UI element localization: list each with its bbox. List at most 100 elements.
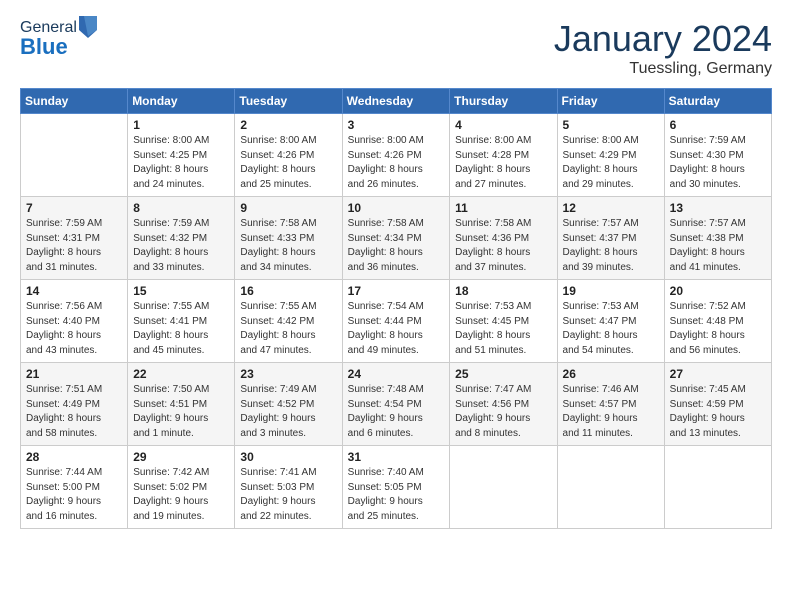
day-info: Sunrise: 7:49 AM Sunset: 4:52 PM Dayligh… bbox=[240, 383, 336, 441]
calendar-cell bbox=[664, 446, 771, 529]
day-info: Sunrise: 7:42 AM Sunset: 5:02 PM Dayligh… bbox=[133, 466, 229, 524]
day-info: Sunrise: 7:57 AM Sunset: 4:37 PM Dayligh… bbox=[563, 217, 659, 275]
calendar-cell bbox=[21, 114, 128, 197]
calendar-cell: 10 Sunrise: 7:58 AM Sunset: 4:34 PM Dayli… bbox=[342, 197, 450, 280]
day-info: Sunrise: 7:56 AM Sunset: 4:40 PM Dayligh… bbox=[26, 300, 122, 358]
day-info: Sunrise: 7:44 AM Sunset: 5:00 PM Dayligh… bbox=[26, 466, 122, 524]
calendar-week-row: 28 Sunrise: 7:44 AM Sunset: 5:00 PM Dayli… bbox=[21, 446, 772, 529]
calendar-week-row: 21 Sunrise: 7:51 AM Sunset: 4:49 PM Dayli… bbox=[21, 363, 772, 446]
calendar-cell: 18Sunrise: 7:53 AM Sunset: 4:45 PM Dayli… bbox=[450, 280, 557, 363]
day-info: Sunrise: 7:53 AM Sunset: 4:47 PM Dayligh… bbox=[563, 300, 659, 358]
day-number: 11 bbox=[455, 201, 551, 215]
day-number: 26 bbox=[563, 367, 659, 381]
day-number: 16 bbox=[240, 284, 336, 298]
day-info: Sunrise: 7:41 AM Sunset: 5:03 PM Dayligh… bbox=[240, 466, 336, 524]
calendar-cell: 17 Sunrise: 7:54 AM Sunset: 4:44 PM Dayli… bbox=[342, 280, 450, 363]
day-number: 30 bbox=[240, 450, 336, 464]
month-title: January 2024 bbox=[554, 18, 772, 60]
day-number: 4 bbox=[455, 118, 551, 132]
day-number: 5 bbox=[563, 118, 659, 132]
calendar-cell: 28 Sunrise: 7:44 AM Sunset: 5:00 PM Dayli… bbox=[21, 446, 128, 529]
day-number: 27 bbox=[670, 367, 766, 381]
weekday-header: Thursday bbox=[450, 89, 557, 114]
day-number: 14 bbox=[26, 284, 122, 298]
calendar-cell bbox=[557, 446, 664, 529]
day-number: 17 bbox=[348, 284, 445, 298]
calendar-cell: 1 Sunrise: 8:00 AM Sunset: 4:25 PM Daylig… bbox=[128, 114, 235, 197]
location-title: Tuessling, Germany bbox=[554, 60, 772, 78]
day-info: Sunrise: 8:00 AM Sunset: 4:28 PM Dayligh… bbox=[455, 134, 551, 192]
calendar-cell: 8 Sunrise: 7:59 AM Sunset: 4:32 PM Daylig… bbox=[128, 197, 235, 280]
day-number: 1 bbox=[133, 118, 229, 132]
calendar-week-row: 1 Sunrise: 8:00 AM Sunset: 4:25 PM Daylig… bbox=[21, 114, 772, 197]
day-number: 6 bbox=[670, 118, 766, 132]
calendar-cell: 20Sunrise: 7:52 AM Sunset: 4:48 PM Dayli… bbox=[664, 280, 771, 363]
day-number: 3 bbox=[348, 118, 445, 132]
calendar-cell: 13Sunrise: 7:57 AM Sunset: 4:38 PM Dayli… bbox=[664, 197, 771, 280]
day-info: Sunrise: 7:51 AM Sunset: 4:49 PM Dayligh… bbox=[26, 383, 122, 441]
day-number: 21 bbox=[26, 367, 122, 381]
day-number: 22 bbox=[133, 367, 229, 381]
day-info: Sunrise: 7:58 AM Sunset: 4:33 PM Dayligh… bbox=[240, 217, 336, 275]
calendar-cell: 23 Sunrise: 7:49 AM Sunset: 4:52 PM Dayli… bbox=[235, 363, 342, 446]
logo-icon bbox=[79, 16, 97, 38]
day-number: 20 bbox=[670, 284, 766, 298]
day-info: Sunrise: 7:50 AM Sunset: 4:51 PM Dayligh… bbox=[133, 383, 229, 441]
day-info: Sunrise: 8:00 AM Sunset: 4:29 PM Dayligh… bbox=[563, 134, 659, 192]
calendar-cell: 25 Sunrise: 7:47 AM Sunset: 4:56 PM Dayli… bbox=[450, 363, 557, 446]
day-number: 10 bbox=[348, 201, 445, 215]
calendar-cell: 2 Sunrise: 8:00 AM Sunset: 4:26 PM Daylig… bbox=[235, 114, 342, 197]
calendar-cell: 30 Sunrise: 7:41 AM Sunset: 5:03 PM Dayli… bbox=[235, 446, 342, 529]
header: General Blue January 2024 Tuessling, Ger… bbox=[20, 18, 772, 78]
day-number: 12 bbox=[563, 201, 659, 215]
calendar-cell: 5 Sunrise: 8:00 AM Sunset: 4:29 PM Daylig… bbox=[557, 114, 664, 197]
day-number: 29 bbox=[133, 450, 229, 464]
day-number: 28 bbox=[26, 450, 122, 464]
calendar-cell: 19 Sunrise: 7:53 AM Sunset: 4:47 PM Dayli… bbox=[557, 280, 664, 363]
calendar-cell: 27 Sunrise: 7:45 AM Sunset: 4:59 PM Dayli… bbox=[664, 363, 771, 446]
day-info: Sunrise: 8:00 AM Sunset: 4:26 PM Dayligh… bbox=[348, 134, 445, 192]
day-info: Sunrise: 8:00 AM Sunset: 4:26 PM Dayligh… bbox=[240, 134, 336, 192]
day-number: 24 bbox=[348, 367, 445, 381]
day-number: 23 bbox=[240, 367, 336, 381]
calendar-week-row: 7Sunrise: 7:59 AM Sunset: 4:31 PM Daylig… bbox=[21, 197, 772, 280]
weekday-header: Monday bbox=[128, 89, 235, 114]
day-info: Sunrise: 7:54 AM Sunset: 4:44 PM Dayligh… bbox=[348, 300, 445, 358]
day-info: Sunrise: 7:58 AM Sunset: 4:34 PM Dayligh… bbox=[348, 217, 445, 275]
calendar-week-row: 14 Sunrise: 7:56 AM Sunset: 4:40 PM Dayli… bbox=[21, 280, 772, 363]
page: General Blue January 2024 Tuessling, Ger… bbox=[0, 0, 792, 539]
day-number: 15 bbox=[133, 284, 229, 298]
day-number: 9 bbox=[240, 201, 336, 215]
day-info: Sunrise: 7:45 AM Sunset: 4:59 PM Dayligh… bbox=[670, 383, 766, 441]
day-number: 8 bbox=[133, 201, 229, 215]
calendar-cell: 11 Sunrise: 7:58 AM Sunset: 4:36 PM Dayli… bbox=[450, 197, 557, 280]
calendar-cell bbox=[450, 446, 557, 529]
day-info: Sunrise: 7:57 AM Sunset: 4:38 PM Dayligh… bbox=[670, 217, 766, 275]
day-info: Sunrise: 7:58 AM Sunset: 4:36 PM Dayligh… bbox=[455, 217, 551, 275]
calendar-cell: 14 Sunrise: 7:56 AM Sunset: 4:40 PM Dayli… bbox=[21, 280, 128, 363]
calendar-cell: 22 Sunrise: 7:50 AM Sunset: 4:51 PM Dayli… bbox=[128, 363, 235, 446]
day-number: 19 bbox=[563, 284, 659, 298]
weekday-header: Tuesday bbox=[235, 89, 342, 114]
day-info: Sunrise: 7:59 AM Sunset: 4:32 PM Dayligh… bbox=[133, 217, 229, 275]
weekday-header: Friday bbox=[557, 89, 664, 114]
day-info: Sunrise: 7:46 AM Sunset: 4:57 PM Dayligh… bbox=[563, 383, 659, 441]
calendar-cell: 29 Sunrise: 7:42 AM Sunset: 5:02 PM Dayli… bbox=[128, 446, 235, 529]
calendar-cell: 16Sunrise: 7:55 AM Sunset: 4:42 PM Dayli… bbox=[235, 280, 342, 363]
calendar-cell: 15Sunrise: 7:55 AM Sunset: 4:41 PM Dayli… bbox=[128, 280, 235, 363]
calendar-cell: 24Sunrise: 7:48 AM Sunset: 4:54 PM Dayli… bbox=[342, 363, 450, 446]
day-number: 18 bbox=[455, 284, 551, 298]
day-number: 7 bbox=[26, 201, 122, 215]
calendar-cell: 3 Sunrise: 8:00 AM Sunset: 4:26 PM Daylig… bbox=[342, 114, 450, 197]
day-number: 2 bbox=[240, 118, 336, 132]
day-number: 25 bbox=[455, 367, 551, 381]
day-info: Sunrise: 8:00 AM Sunset: 4:25 PM Dayligh… bbox=[133, 134, 229, 192]
day-info: Sunrise: 7:47 AM Sunset: 4:56 PM Dayligh… bbox=[455, 383, 551, 441]
calendar-table: SundayMondayTuesdayWednesdayThursdayFrid… bbox=[20, 88, 772, 529]
day-info: Sunrise: 7:40 AM Sunset: 5:05 PM Dayligh… bbox=[348, 466, 445, 524]
weekday-header: Sunday bbox=[21, 89, 128, 114]
weekday-header: Saturday bbox=[664, 89, 771, 114]
calendar-cell: 4 Sunrise: 8:00 AM Sunset: 4:28 PM Daylig… bbox=[450, 114, 557, 197]
logo: General Blue bbox=[20, 18, 97, 60]
calendar-cell: 7Sunrise: 7:59 AM Sunset: 4:31 PM Daylig… bbox=[21, 197, 128, 280]
